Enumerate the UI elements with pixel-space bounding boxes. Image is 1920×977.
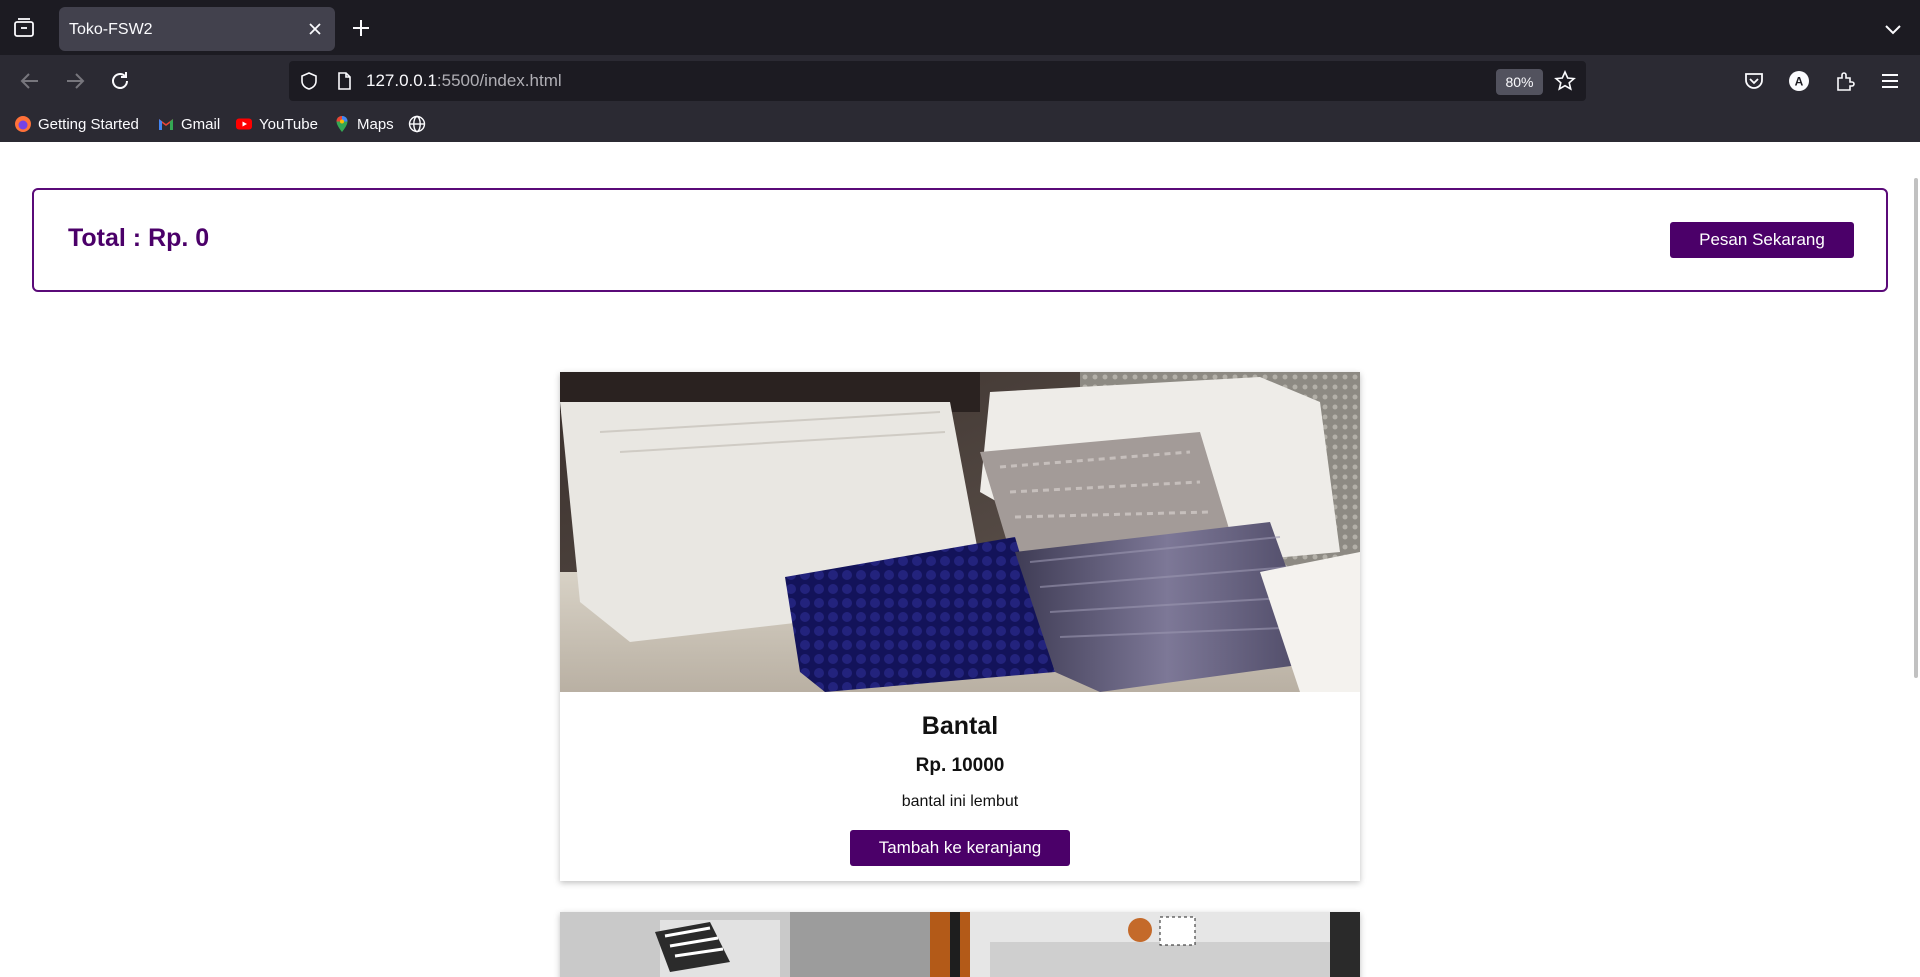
maps-icon bbox=[336, 116, 348, 132]
tab-strip: Toko-FSW2 bbox=[0, 0, 1920, 55]
url-host: 127.0.0.1 bbox=[366, 71, 437, 90]
gmail-icon bbox=[159, 119, 173, 130]
bookmark-label: Getting Started bbox=[38, 115, 139, 133]
navigation-toolbar: 127.0.0.1:5500/index.html 80% A bbox=[0, 55, 1920, 107]
bookmark-gmail[interactable]: Gmail bbox=[157, 113, 220, 135]
bookmarks-toolbar: Getting Started Gmail YouTube Maps bbox=[0, 107, 1920, 142]
cart-total: Total : Rp. 0 bbox=[68, 224, 210, 252]
new-tab-icon[interactable] bbox=[350, 17, 372, 39]
menu-icon[interactable] bbox=[1878, 69, 1902, 93]
forward-icon[interactable] bbox=[61, 67, 89, 95]
back-icon[interactable] bbox=[16, 67, 44, 95]
product-name: Bantal bbox=[921, 712, 999, 740]
svg-text:A: A bbox=[1795, 75, 1804, 89]
page-viewport: Total : Rp. 0 Pesan Sekarang Bantal Rp. … bbox=[0, 142, 1920, 977]
product-price: Rp. 10000 bbox=[915, 755, 1005, 776]
product-description: bantal ini lembut bbox=[901, 793, 1019, 810]
bookmark-youtube[interactable]: YouTube bbox=[235, 113, 318, 135]
pillows-photo bbox=[560, 372, 1360, 692]
globe-icon bbox=[408, 115, 426, 133]
tab-title: Toko-FSW2 bbox=[69, 21, 153, 38]
cart-summary: Total : Rp. 0 Pesan Sekarang bbox=[32, 188, 1888, 292]
shield-icon[interactable] bbox=[299, 71, 319, 91]
firefox-icon bbox=[15, 116, 31, 132]
zoom-level[interactable]: 80% bbox=[1496, 69, 1543, 95]
bookmark-label: Gmail bbox=[181, 115, 221, 133]
browser-tab[interactable]: Toko-FSW2 bbox=[59, 7, 335, 51]
list-all-tabs-icon[interactable] bbox=[12, 16, 36, 40]
bookmark-label: YouTube bbox=[259, 115, 318, 133]
scrollbar[interactable] bbox=[1914, 178, 1918, 678]
sofa-photo bbox=[560, 912, 1360, 977]
reload-icon[interactable] bbox=[106, 67, 134, 95]
chevron-down-icon[interactable] bbox=[1882, 18, 1904, 40]
account-icon[interactable]: A bbox=[1787, 69, 1811, 93]
bookmark-getting-started[interactable]: Getting Started bbox=[14, 113, 139, 135]
bookmark-maps[interactable]: Maps bbox=[333, 113, 394, 135]
bookmark-label: Maps bbox=[357, 115, 394, 133]
pocket-icon[interactable] bbox=[1742, 69, 1766, 93]
product-card: Bantal Rp. 10000 bantal ini lembut Tamba… bbox=[560, 372, 1360, 881]
address-bar[interactable]: 127.0.0.1:5500/index.html 80% bbox=[289, 61, 1586, 101]
add-to-cart-button[interactable]: Tambah ke keranjang bbox=[850, 830, 1070, 866]
bookmark-globe[interactable] bbox=[408, 113, 426, 135]
url-text[interactable]: 127.0.0.1:5500/index.html bbox=[366, 71, 562, 91]
extensions-icon[interactable] bbox=[1833, 69, 1857, 93]
bookmark-star-icon[interactable] bbox=[1554, 70, 1576, 92]
url-path: :5500/index.html bbox=[436, 71, 562, 90]
product-card bbox=[560, 912, 1360, 977]
close-tab-icon[interactable] bbox=[305, 19, 325, 39]
page-icon[interactable] bbox=[334, 71, 354, 91]
order-now-button[interactable]: Pesan Sekarang bbox=[1670, 222, 1854, 258]
youtube-icon bbox=[236, 118, 252, 130]
